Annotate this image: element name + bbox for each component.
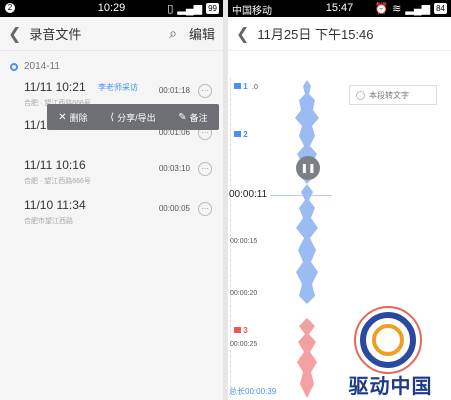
recording-time: 11/1: [24, 118, 47, 132]
battery-icon: 99: [206, 3, 219, 14]
tick-label: 00:00:15: [230, 238, 258, 245]
flag-icon: [234, 131, 242, 137]
signal-icon: ▂▄▆: [405, 3, 431, 15]
watermark-text: 驱动中国: [348, 376, 433, 398]
month-label: 2014-11: [24, 61, 60, 72]
delete-label: 删除: [69, 112, 88, 123]
waveform[interactable]: [285, 80, 330, 398]
tick-label: 00:00:20: [230, 290, 258, 297]
flag-number: 2: [243, 129, 248, 139]
pause-icon: ❚❚: [300, 163, 316, 173]
logo-ring-inner: [372, 324, 404, 356]
timeline-dot-icon: [10, 62, 18, 71]
recording-duration: 00:03:10: [158, 164, 190, 173]
waveform-remaining: [297, 318, 317, 398]
wifi-icon: ≋: [392, 3, 402, 15]
close-icon: ✕: [58, 111, 67, 123]
page-title: 录音文件: [29, 27, 82, 42]
recording-location: 合肥市望江西路: [24, 218, 73, 225]
month-section-header: 2014-11: [0, 51, 223, 78]
delete-button[interactable]: ✕ 删除: [58, 111, 87, 124]
signal-icon: ▂▄▆: [177, 3, 203, 15]
tick-label: .0: [252, 84, 258, 91]
marker-flag-3[interactable]: 3: [232, 324, 250, 336]
flag-number: 1: [243, 81, 248, 91]
status-bar: 中国移动 15:47 ⏰ ≋ ▂▄▆ 84: [228, 0, 451, 17]
share-export-button[interactable]: ⟨ 分享/导出: [110, 111, 155, 124]
share-label: 分享/导出: [117, 112, 156, 123]
recording-item[interactable]: 11/10 11:34 合肥市望江西路 00:00:05 ···: [12, 198, 220, 234]
detail-header: ❮ 11月25日 下午15:46: [228, 17, 451, 51]
marker-flag-2[interactable]: 2: [232, 128, 250, 140]
back-icon[interactable]: ❮: [236, 24, 249, 44]
recording-time: 11/11 10:16: [24, 158, 86, 172]
current-time: 00:00:11: [229, 189, 268, 200]
waveform-played: [295, 80, 319, 304]
vibrate-icon: ▯: [167, 3, 174, 15]
note-button[interactable]: ✎ 备注: [178, 111, 207, 124]
status-icons: ▯ ▂▄▆ 99: [167, 2, 219, 15]
status-icons: ⏰ ≋ ▂▄▆ 84: [374, 2, 447, 15]
note-label: 备注: [189, 112, 208, 123]
search-icon[interactable]: ⌕: [169, 25, 177, 42]
convert-icon: [356, 90, 365, 100]
recording-location: 合肥 · 望江西路666号: [24, 178, 91, 185]
context-menu: ✕ 删除 ⟨ 分享/导出 ✎ 备注: [47, 104, 219, 130]
total-duration: 总长00:00:39: [229, 387, 277, 396]
more-options-icon[interactable]: ···: [198, 84, 212, 98]
recording-time: 11/10 11:34: [24, 198, 86, 212]
battery-icon: 84: [434, 3, 447, 14]
recording-tag: 李老师采访: [98, 83, 138, 92]
back-icon[interactable]: ❮: [8, 24, 21, 44]
recording-duration: 00:01:18: [158, 86, 190, 95]
recording-item[interactable]: 11/11 10:16 合肥 · 望江西路666号 00:03:10 ···: [12, 158, 220, 194]
list-header: ❮ 录音文件 ⌕ 编辑: [0, 17, 223, 51]
pause-button[interactable]: ❚❚: [296, 156, 320, 180]
alarm-icon: ⏰: [374, 3, 389, 15]
more-options-icon[interactable]: ···: [198, 162, 212, 176]
status-bar: 2 10:29 ▯ ▂▄▆ 99: [0, 0, 223, 17]
flag-number: 3: [243, 325, 248, 335]
page-title: 11月25日 下午15:46: [257, 27, 374, 42]
recording-duration: 00:00:05: [158, 204, 190, 213]
more-options-icon[interactable]: ···: [198, 202, 212, 216]
recording-time: 11/11 10:21: [24, 80, 86, 94]
marker-flag-1[interactable]: 1: [232, 80, 250, 92]
flag-icon: [234, 327, 242, 333]
flag-icon: [234, 83, 242, 89]
edit-button[interactable]: 编辑: [189, 24, 215, 43]
pencil-icon: ✎: [178, 111, 187, 123]
watermark-logo: 驱动中国: [330, 300, 451, 400]
convert-to-text-button[interactable]: 本段转文字: [349, 85, 437, 105]
share-icon: ⟨: [110, 111, 115, 123]
convert-label: 本段转文字: [369, 90, 409, 100]
tick-label: 00:00:25: [230, 341, 258, 348]
